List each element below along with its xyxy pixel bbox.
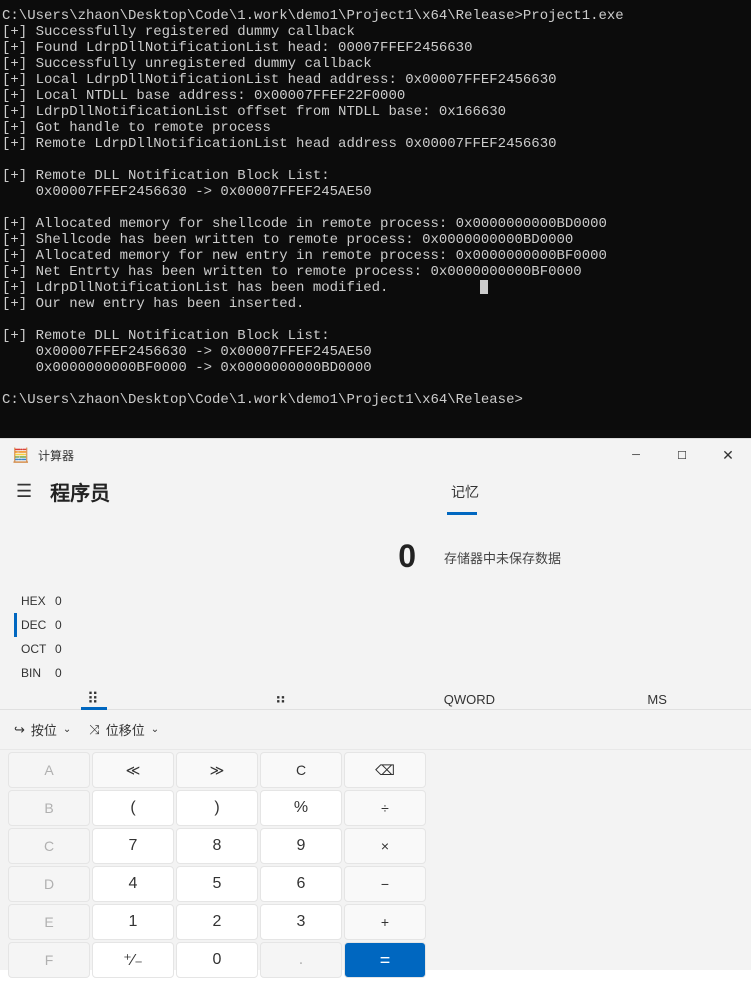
key-rparen[interactable]: ): [176, 790, 258, 826]
bitshift-dropdown[interactable]: ⤨ 位移位 ⌄: [89, 720, 159, 739]
mode-title: 程序员: [50, 477, 451, 506]
chevron-down-icon: ⌄: [151, 724, 159, 735]
tab-keypad[interactable]: ⠿: [0, 689, 188, 709]
key-lsh[interactable]: ≪: [92, 752, 174, 788]
key-backspace[interactable]: ⌫: [344, 752, 426, 788]
tab-ms[interactable]: MS: [563, 692, 751, 707]
terminal-prompt: C:\Users\zhaon\Desktop\Code\1.work\demo1…: [2, 8, 624, 24]
bit-ops-row: ↪ 按位 ⌄ ⤨ 位移位 ⌄: [0, 710, 751, 750]
key-e[interactable]: E: [8, 904, 90, 940]
maximize-button[interactable]: ☐: [659, 439, 705, 471]
key-f[interactable]: F: [8, 942, 90, 978]
terminal-line: [+] Net Entrty has been written to remot…: [2, 264, 582, 280]
key-4[interactable]: 4: [92, 866, 174, 902]
key-rsh[interactable]: ≫: [176, 752, 258, 788]
terminal-line: [+] Remote DLL Notification Block List:: [2, 328, 330, 344]
key-b[interactable]: B: [8, 790, 90, 826]
memory-tab[interactable]: 记忆: [451, 482, 739, 502]
terminal-line: [+] Found LdrpDllNotificationList head: …: [2, 40, 472, 56]
key-8[interactable]: 8: [176, 828, 258, 864]
backspace-icon: ⌫: [375, 762, 395, 779]
key-divide[interactable]: ÷: [344, 790, 426, 826]
menu-icon[interactable]: ☰: [16, 481, 32, 502]
key-2[interactable]: 2: [176, 904, 258, 940]
base-hex[interactable]: HEX0: [14, 589, 751, 613]
key-7[interactable]: 7: [92, 828, 174, 864]
header: ☰ 程序员 记忆: [0, 471, 751, 510]
bit-icon: ⠶: [275, 691, 289, 708]
terminal-line: [+] Allocated memory for shellcode in re…: [2, 216, 607, 232]
terminal-line: 0x0000000000BF0000 -> 0x0000000000BD0000: [2, 360, 372, 376]
chevron-down-icon: ⌄: [63, 724, 71, 735]
key-decimal[interactable]: .: [260, 942, 342, 978]
number-bases: HEX0 DEC0 OCT0 BIN0: [0, 585, 751, 689]
tab-qword[interactable]: QWORD: [376, 692, 564, 707]
key-d[interactable]: D: [8, 866, 90, 902]
terminal-line: [+] Successfully registered dummy callba…: [2, 24, 355, 40]
terminal-line: [+] Our new entry has been inserted.: [2, 296, 304, 312]
key-equals[interactable]: =: [344, 942, 426, 978]
key-6[interactable]: 6: [260, 866, 342, 902]
keypad-icon: ⠿: [87, 691, 101, 708]
key-9[interactable]: 9: [260, 828, 342, 864]
titlebar[interactable]: 🧮 计算器 ─ ☐ ✕: [0, 439, 751, 471]
key-3[interactable]: 3: [260, 904, 342, 940]
shift-icon: ⤨: [89, 722, 99, 738]
key-5[interactable]: 5: [176, 866, 258, 902]
minimize-button[interactable]: ─: [613, 439, 659, 471]
terminal-line: [+] Successfully unregistered dummy call…: [2, 56, 372, 72]
base-oct[interactable]: OCT0: [14, 637, 751, 661]
key-subtract[interactable]: −: [344, 866, 426, 902]
base-dec[interactable]: DEC0: [14, 613, 751, 637]
key-add[interactable]: +: [344, 904, 426, 940]
terminal-prompt[interactable]: C:\Users\zhaon\Desktop\Code\1.work\demo1…: [2, 392, 523, 408]
key-1[interactable]: 1: [92, 904, 174, 940]
terminal-line: [+] Got handle to remote process: [2, 120, 271, 136]
keypad: A ≪ ≫ C ⌫ B ( ) % ÷ C 7 8 9 × D 4 5 6 − …: [0, 750, 434, 984]
calculator-window: 🧮 计算器 ─ ☐ ✕ ☰ 程序员 记忆 0 存储器中未保存数据 HEX0 DE…: [0, 438, 751, 970]
tab-bit-toggle[interactable]: ⠶: [188, 689, 376, 709]
key-lparen[interactable]: (: [92, 790, 174, 826]
terminal-line: [+] Local NTDLL base address: 0x00007FFE…: [2, 88, 405, 104]
terminal-line: [+] Shellcode has been written to remote…: [2, 232, 573, 248]
terminal-output: C:\Users\zhaon\Desktop\Code\1.work\demo1…: [0, 0, 751, 438]
terminal-line: [+] LdrpDllNotificationList offset from …: [2, 104, 506, 120]
key-negate[interactable]: ⁺∕₋: [92, 942, 174, 978]
key-0[interactable]: 0: [176, 942, 258, 978]
bitwise-dropdown[interactable]: ↪ 按位 ⌄: [14, 720, 71, 739]
display-value: 0: [0, 510, 430, 585]
close-button[interactable]: ✕: [705, 439, 751, 471]
terminal-line: [+] Remote DLL Notification Block List:: [2, 168, 330, 184]
terminal-line: 0x00007FFEF2456630 -> 0x00007FFEF245AE50: [2, 184, 372, 200]
input-tabs: ⠿ ⠶ QWORD MS: [0, 689, 751, 710]
terminal-line: [+] Allocated memory for new entry in re…: [2, 248, 607, 264]
terminal-line: [+] Local LdrpDllNotificationList head a…: [2, 72, 557, 88]
terminal-line: 0x00007FFEF2456630 -> 0x00007FFEF245AE50: [2, 344, 372, 360]
bitwise-icon: ↪: [14, 722, 25, 738]
key-a[interactable]: A: [8, 752, 90, 788]
terminal-line: [+] Remote LdrpDllNotificationList head …: [2, 136, 557, 152]
memory-tab-indicator: [447, 512, 477, 515]
base-bin[interactable]: BIN0: [14, 661, 751, 685]
terminal-line: [+] LdrpDllNotificationList has been mod…: [2, 280, 388, 296]
key-clear[interactable]: C: [260, 752, 342, 788]
key-percent[interactable]: %: [260, 790, 342, 826]
key-c[interactable]: C: [8, 828, 90, 864]
terminal-cursor: [480, 280, 488, 294]
key-multiply[interactable]: ×: [344, 828, 426, 864]
window-title: 计算器: [38, 447, 613, 464]
memory-empty-text: 存储器中未保存数据: [430, 510, 561, 585]
app-icon: 🧮: [12, 447, 28, 463]
